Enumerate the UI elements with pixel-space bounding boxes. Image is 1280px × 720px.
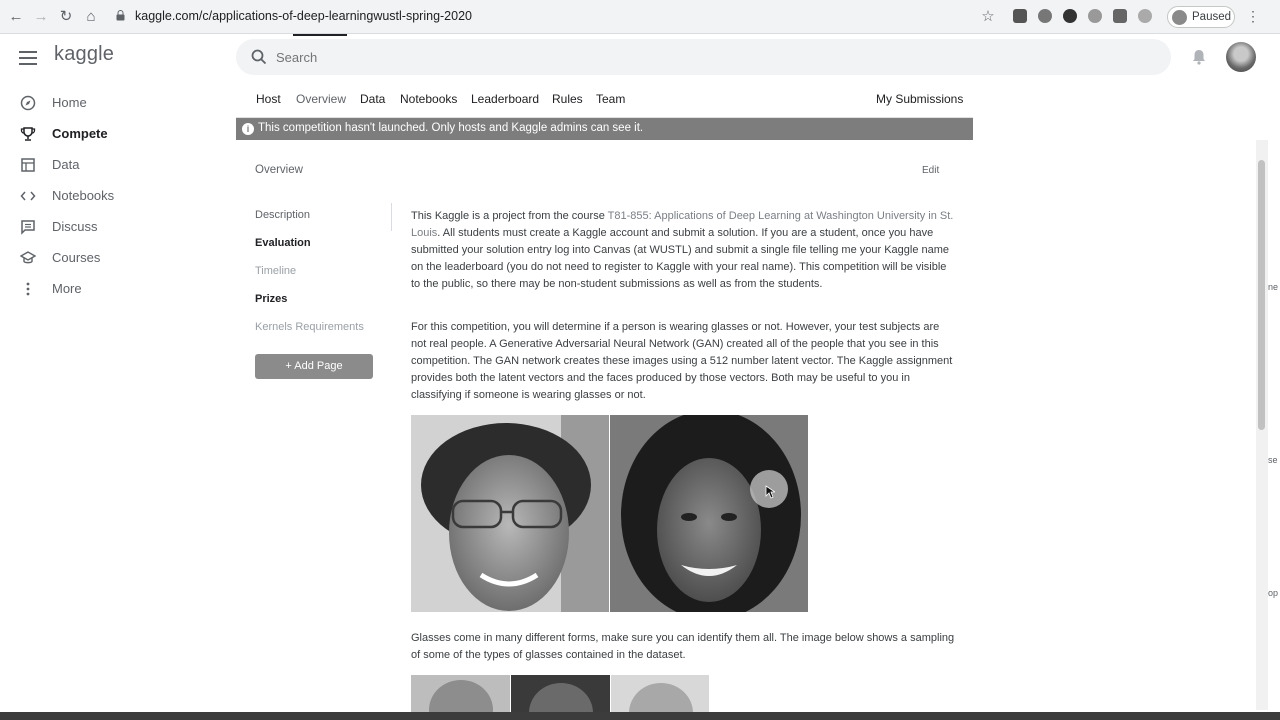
tab-data[interactable]: Data xyxy=(360,92,385,106)
sidebar-item-data[interactable]: Data xyxy=(0,154,200,176)
forward-arrow-icon[interactable]: → xyxy=(31,7,51,27)
mouse-cursor-icon xyxy=(765,485,775,499)
not-launched-banner: i This competition hasn't launched. Only… xyxy=(236,118,973,140)
my-submissions-link[interactable]: My Submissions xyxy=(876,92,963,106)
tab-overview[interactable]: Overview xyxy=(296,92,346,106)
extension-icon[interactable] xyxy=(1138,9,1152,23)
taskbar-edge xyxy=(0,712,1280,720)
banner-text: This competition hasn't launched. Only h… xyxy=(258,122,644,134)
back-arrow-icon[interactable]: ← xyxy=(6,7,26,27)
graduation-cap-icon xyxy=(20,251,36,264)
sidebar-item-compete[interactable]: Compete xyxy=(0,123,200,145)
tab-rules[interactable]: Rules xyxy=(552,92,583,106)
page-nav-timeline[interactable]: Timeline xyxy=(255,265,296,277)
page-nav-prizes[interactable]: Prizes xyxy=(255,293,287,305)
search-icon xyxy=(251,49,267,65)
sidebar-item-label: Data xyxy=(52,157,80,172)
home-compass-icon xyxy=(20,95,36,111)
section-heading: Overview xyxy=(255,164,303,176)
competition-tab-bar: Host Overview Data Notebooks Leaderboard… xyxy=(236,82,973,118)
scrollbar-thumb[interactable] xyxy=(1258,160,1265,430)
sidebar-item-label: More xyxy=(52,281,82,296)
offscreen-text-fragment: op xyxy=(1268,588,1279,598)
user-avatar[interactable] xyxy=(1226,42,1256,72)
reload-icon[interactable]: ↻ xyxy=(56,7,76,27)
description-paragraph-3: Glasses come in many different forms, ma… xyxy=(411,632,955,661)
page-nav-description[interactable]: Description xyxy=(255,209,310,221)
add-page-label: + Add Page xyxy=(285,360,343,372)
sidebar-item-label: Compete xyxy=(52,126,108,141)
scrollbar[interactable] xyxy=(1256,140,1268,710)
offscreen-text-fragment: ne xyxy=(1268,282,1279,292)
sidebar-item-home[interactable]: Home xyxy=(0,92,200,114)
browser-menu-icon[interactable]: ⋮ xyxy=(1246,8,1260,25)
sidebar-item-notebooks[interactable]: Notebooks xyxy=(0,185,200,207)
extension-icon[interactable] xyxy=(1013,9,1027,23)
page-nav-kernels-requirements[interactable]: Kernels Requirements xyxy=(255,321,364,333)
page-nav-evaluation[interactable]: Evaluation xyxy=(255,237,311,249)
trophy-icon xyxy=(20,127,36,141)
address-bar-url[interactable]: kaggle.com/c/applications-of-deep-learni… xyxy=(135,9,472,23)
chat-icon xyxy=(21,220,35,235)
info-icon: i xyxy=(242,123,254,135)
lock-icon xyxy=(116,10,125,21)
offscreen-text-fragment: se xyxy=(1268,455,1278,465)
tab-team[interactable]: Team xyxy=(596,92,625,106)
sidebar-item-courses[interactable]: Courses xyxy=(0,247,200,269)
description-paragraph-1: This Kaggle is a project from the course… xyxy=(411,210,954,290)
sidebar-item-label: Discuss xyxy=(52,219,98,234)
hamburger-menu-icon[interactable] xyxy=(19,51,37,65)
extension-icon[interactable] xyxy=(1113,9,1127,23)
profile-button[interactable]: Paused xyxy=(1167,6,1235,28)
extension-icon[interactable] xyxy=(1038,9,1052,23)
tab-notebooks[interactable]: Notebooks xyxy=(400,92,457,106)
browser-toolbar: ← → ↻ ⌂ kaggle.com/c/applications-of-dee… xyxy=(0,0,1280,34)
code-icon xyxy=(20,191,36,201)
search-bar[interactable] xyxy=(236,39,1171,75)
sidebar-item-label: Notebooks xyxy=(52,188,115,203)
notification-bell-icon[interactable] xyxy=(1192,49,1206,65)
tab-leaderboard[interactable]: Leaderboard xyxy=(471,92,539,106)
description-paragraph-2: For this competition, you will determine… xyxy=(411,321,953,401)
sidebar-item-more[interactable]: More xyxy=(0,278,200,300)
extension-icon[interactable] xyxy=(1063,9,1077,23)
more-vertical-icon xyxy=(26,282,30,296)
active-tab-indicator xyxy=(293,34,347,36)
star-icon[interactable]: ☆ xyxy=(978,7,998,27)
profile-status-label: Paused xyxy=(1192,11,1232,23)
nav-divider xyxy=(391,203,392,231)
home-icon[interactable]: ⌂ xyxy=(81,7,101,27)
gan-faces-image xyxy=(411,415,808,612)
tab-host[interactable]: Host xyxy=(256,92,281,106)
profile-avatar xyxy=(1172,10,1187,25)
kaggle-logo[interactable]: kaggle xyxy=(54,43,114,66)
add-page-button[interactable]: + Add Page xyxy=(255,354,373,379)
table-icon xyxy=(21,158,35,172)
search-input[interactable] xyxy=(276,48,876,66)
sidebar-item-discuss[interactable]: Discuss xyxy=(0,216,200,238)
sidebar-item-label: Home xyxy=(52,95,87,110)
sidebar-item-label: Courses xyxy=(52,250,101,265)
edit-link[interactable]: Edit xyxy=(922,165,939,176)
extension-icon[interactable] xyxy=(1088,9,1102,23)
